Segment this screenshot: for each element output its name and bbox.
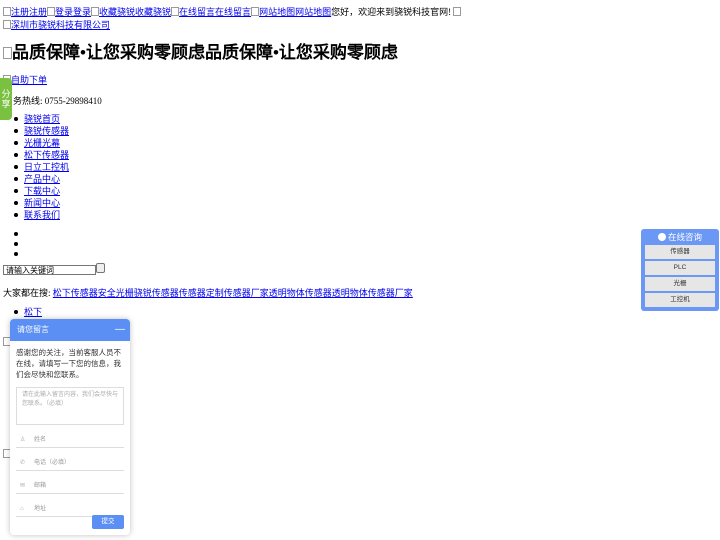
register-icon — [3, 7, 11, 16]
company-logo-link[interactable]: 深圳市骁锐科技有限公司 — [11, 20, 110, 30]
login-link[interactable]: 登录登录 — [55, 7, 91, 17]
share-label: 分享 — [1, 89, 11, 109]
chat-icon — [657, 233, 666, 241]
bookmark-link[interactable]: 收藏骁锐收藏骁锐 — [99, 7, 171, 17]
phone-field[interactable]: ✆ 电话（必填） — [16, 456, 124, 471]
message-textarea[interactable]: 请在此输入留言内容，我们会尽快与您联系。（必填） — [16, 387, 124, 425]
minimize-icon[interactable]: — — [115, 319, 125, 341]
nav-item-downloads[interactable]: 下载中心 — [13, 185, 69, 197]
banner-image-icon — [3, 47, 12, 59]
broken-image-icon — [453, 7, 462, 16]
leave-message-panel: 请您留言 — 感谢您的关注，当前客服人员不在线，请填写一下您的信息，我们会尽快和… — [10, 319, 130, 535]
hotline-label: 务热线: — [13, 96, 43, 106]
slogan-text: 品质保障•让您采购零顾虑品质保障•让您采购零顾虑 — [12, 43, 398, 62]
user-icon: ♙ — [20, 437, 26, 443]
sub-nav-item-panasonic[interactable]: 松下 — [13, 306, 42, 318]
banner-slogan: 品质保障•让您采购零顾虑品质保障•让您采购零顾虑 — [3, 38, 398, 63]
leave-message-title: 请您留言 — [17, 325, 49, 334]
nav-item-news[interactable]: 新闻中心 — [13, 197, 69, 209]
mail-icon: ✉ — [20, 483, 26, 489]
popular-searches-label: 大家都在搜: — [3, 288, 51, 298]
welcome-text: 您好，欢迎来到骁锐科技官网! — [331, 7, 452, 17]
self-order-link[interactable]: 自助下单 — [11, 75, 47, 85]
online-consult-header[interactable]: 在线咨询 — [641, 229, 719, 245]
consult-item-plc[interactable]: PLC — [645, 261, 715, 275]
consult-item-ipc[interactable]: 工控机 — [645, 293, 715, 307]
submit-button[interactable]: 提交 — [92, 515, 124, 529]
consult-item-sensor[interactable]: 传感器 — [645, 245, 715, 259]
login-icon — [47, 7, 56, 16]
nav-item-panasonic-sensor[interactable]: 松下传感器 — [13, 149, 69, 161]
search-button[interactable] — [96, 263, 105, 273]
nav-item-light-curtain[interactable]: 光栅光幕 — [13, 137, 69, 149]
nav-item-xiaorui-sensor[interactable]: 骁锐传感器 — [13, 125, 69, 137]
name-field[interactable]: ♙ 姓名 — [16, 433, 124, 448]
bookmark-icon — [91, 7, 100, 16]
top-bar: 注册注册 登录登录 收藏骁锐收藏骁锐 在线留言在线留言 网站地图网站地图您好，欢迎来到骁… — [3, 5, 462, 31]
logo-icon — [3, 20, 11, 29]
register-link[interactable]: 注册注册 — [11, 7, 47, 17]
leave-message-header: 请您留言 — — [10, 319, 130, 341]
phone-icon: ✆ — [20, 460, 26, 466]
popular-searches-links[interactable]: 松下传感器安全光栅骁锐传感器传感器定制传感器厂家透明物体传感器透明物体传感器厂家 — [53, 288, 413, 298]
popular-searches: 大家都在搜: 松下传感器安全光栅骁锐传感器传感器定制传感器厂家透明物体传感器透明… — [3, 286, 413, 299]
hotline-number: 0755-29898410 — [44, 96, 102, 106]
search-input[interactable] — [3, 265, 96, 275]
location-icon: ⌂ — [20, 506, 24, 512]
nav-item-contact[interactable]: 联系我们 — [13, 209, 69, 221]
sub-nav: 松下 — [13, 306, 42, 318]
main-nav: 骁锐首页 骁锐传感器 光栅光幕 松下传感器 日立工控机 产品中心 下载中心 新闻… — [13, 113, 69, 221]
sitemap-link[interactable]: 网站地图网站地图 — [259, 7, 331, 17]
nav-item-home[interactable]: 骁锐首页 — [13, 113, 69, 125]
email-field[interactable]: ✉ 邮箱 — [16, 479, 124, 494]
consult-item-light-curtain[interactable]: 光栅 — [645, 277, 715, 291]
service-hotline: 务热线: 0755-29898410 — [13, 94, 102, 107]
sitemap-icon — [251, 7, 260, 16]
leave-message-link[interactable]: 在线留言在线留言 — [179, 7, 251, 17]
share-tab[interactable]: 分享 — [0, 78, 12, 120]
leave-message-intro: 感谢您的关注，当前客服人员不在线，请填写一下您的信息，我们会尽快和您联系。 — [16, 348, 121, 379]
online-consult-panel: 在线咨询 传感器 PLC 光栅 工控机 — [641, 229, 719, 311]
nav-item-hitachi-ipc[interactable]: 日立工控机 — [13, 161, 69, 173]
message-icon — [171, 7, 180, 16]
nav-item-products[interactable]: 产品中心 — [13, 173, 69, 185]
